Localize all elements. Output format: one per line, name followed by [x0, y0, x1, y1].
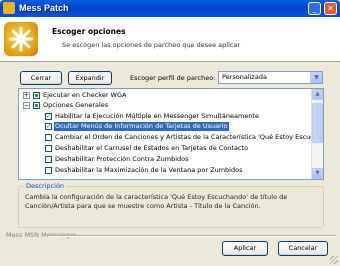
tree-item-label: Cambiar el Orden de Canciones y Artistas…: [55, 133, 324, 141]
profile-select-value: Personalizada: [222, 73, 267, 81]
chevron-down-icon[interactable]: ▼: [310, 72, 322, 83]
close-button[interactable]: ✕: [324, 2, 337, 15]
checkbox[interactable]: [45, 156, 52, 163]
scroll-thumb[interactable]: [312, 103, 323, 143]
profile-label: Escoger perfil de parcheo:: [130, 74, 216, 82]
description-title: Descripción: [24, 182, 67, 190]
checkbox-checked[interactable]: ✓: [45, 113, 52, 120]
tree-item-label-selected: Ocultar Menús de Información de Tarjetas…: [54, 122, 229, 131]
tree-item-label: Deshabilitar la Maximización de la Venta…: [55, 166, 243, 174]
tree-item-label: Opciones Generales: [43, 101, 109, 109]
minimize-button[interactable]: _: [308, 2, 321, 15]
scroll-up-icon[interactable]: ▲: [312, 89, 323, 100]
window-title: Mess Patch: [19, 3, 69, 13]
resize-grip-icon[interactable]: [330, 256, 338, 264]
expand-icon[interactable]: +: [23, 92, 30, 99]
checkbox[interactable]: [33, 102, 40, 109]
apply-button[interactable]: Aplicar: [222, 241, 268, 256]
collapse-icon[interactable]: −: [23, 102, 30, 109]
checkbox[interactable]: [45, 167, 52, 174]
title-bar: Mess Patch _ ✕: [0, 0, 340, 17]
header-title: Escoger opciones: [52, 27, 126, 36]
description-text: Cambia la configuración de la caracterís…: [25, 193, 288, 210]
header-subtitle: Se escogen las opciones de parcheo que d…: [62, 41, 241, 49]
options-tree[interactable]: + Ejecutar en Checker WGA − Opciones Gen…: [18, 88, 324, 180]
description-group: Descripción Cambia la configuración de l…: [18, 182, 324, 228]
checkbox-checked[interactable]: ✓: [45, 123, 52, 130]
collapse-all-button[interactable]: Cerrar: [20, 71, 62, 85]
expand-all-button[interactable]: Expandir: [68, 71, 112, 85]
app-logo: [4, 22, 38, 56]
tree-item-label: Ejecutar en Checker WGA: [43, 91, 127, 99]
tree-item-label: Habilitar la Ejecución Múltiple en Messe…: [55, 112, 259, 120]
checkbox[interactable]: [45, 134, 52, 141]
checkbox[interactable]: [45, 145, 52, 152]
vertical-scrollbar[interactable]: ▲ ▼: [311, 89, 323, 179]
tree-item-label: Deshabilitar Protección Contra Zumbidos: [55, 155, 189, 163]
checkbox[interactable]: [33, 92, 40, 99]
tree-item-label: Deshabilitar el Carrusel de Estados en T…: [55, 144, 249, 152]
cancel-button[interactable]: Cancelar: [278, 241, 328, 256]
scroll-down-icon[interactable]: ▼: [312, 168, 323, 179]
wizard-header: Escoger opciones Se escogen las opciones…: [0, 17, 340, 62]
footer-divider: [48, 235, 336, 237]
profile-select[interactable]: Personalizada ▼: [218, 71, 323, 84]
app-icon: [3, 2, 15, 14]
